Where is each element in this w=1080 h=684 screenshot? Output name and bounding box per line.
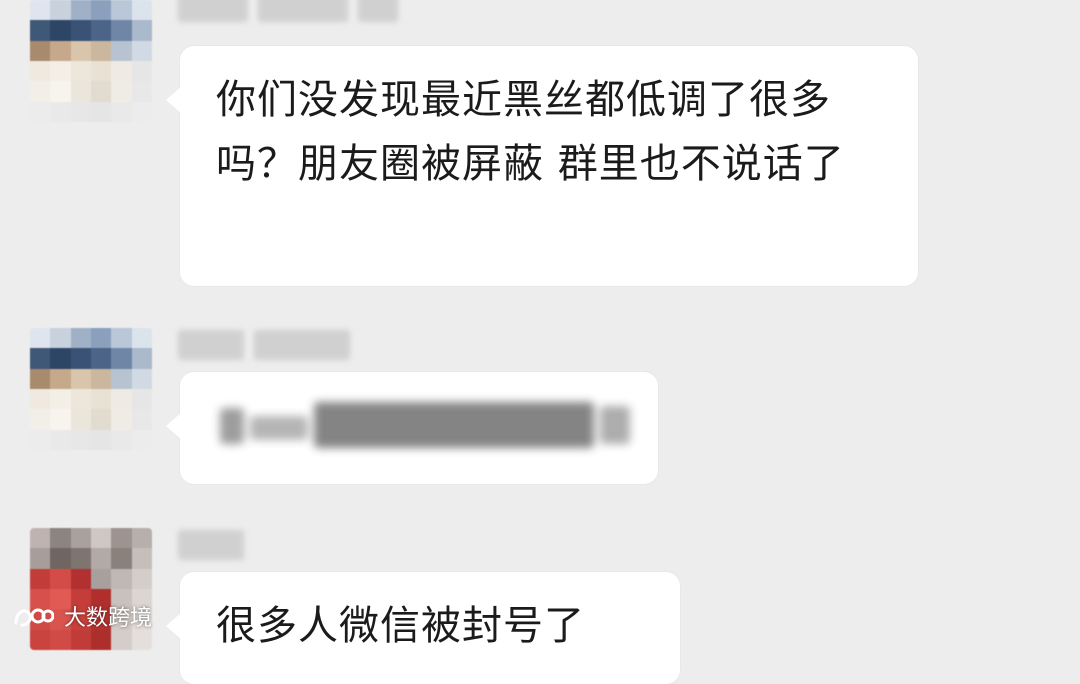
sender-name-blurred: [178, 330, 350, 360]
message-bubble[interactable]: 很多人微信被封号了: [166, 572, 680, 684]
message-text-redacted: [220, 402, 630, 448]
avatar-message-2[interactable]: [30, 328, 152, 450]
message-bubble[interactable]: 你们没发现最近黑丝都低调了很多吗？朋友圈被屏蔽 群里也不说话了: [166, 46, 918, 286]
message-text: 你们没发现最近黑丝都低调了很多吗？朋友圈被屏蔽 群里也不说话了: [216, 77, 845, 187]
avatar-message-1[interactable]: [30, 0, 152, 122]
sender-name-blurred: [178, 530, 244, 560]
message-bubble-redacted[interactable]: [166, 372, 658, 484]
sender-name-blurred: [178, 0, 398, 22]
message-text: 很多人微信被封号了: [216, 603, 585, 649]
dashu-logo-icon: [14, 608, 54, 627]
avatar-pixelated-image: [30, 328, 152, 450]
watermark-text: 大数跨境: [64, 606, 153, 631]
watermark: 大数跨境: [12, 600, 152, 632]
avatar-pixelated-image: [30, 0, 152, 122]
